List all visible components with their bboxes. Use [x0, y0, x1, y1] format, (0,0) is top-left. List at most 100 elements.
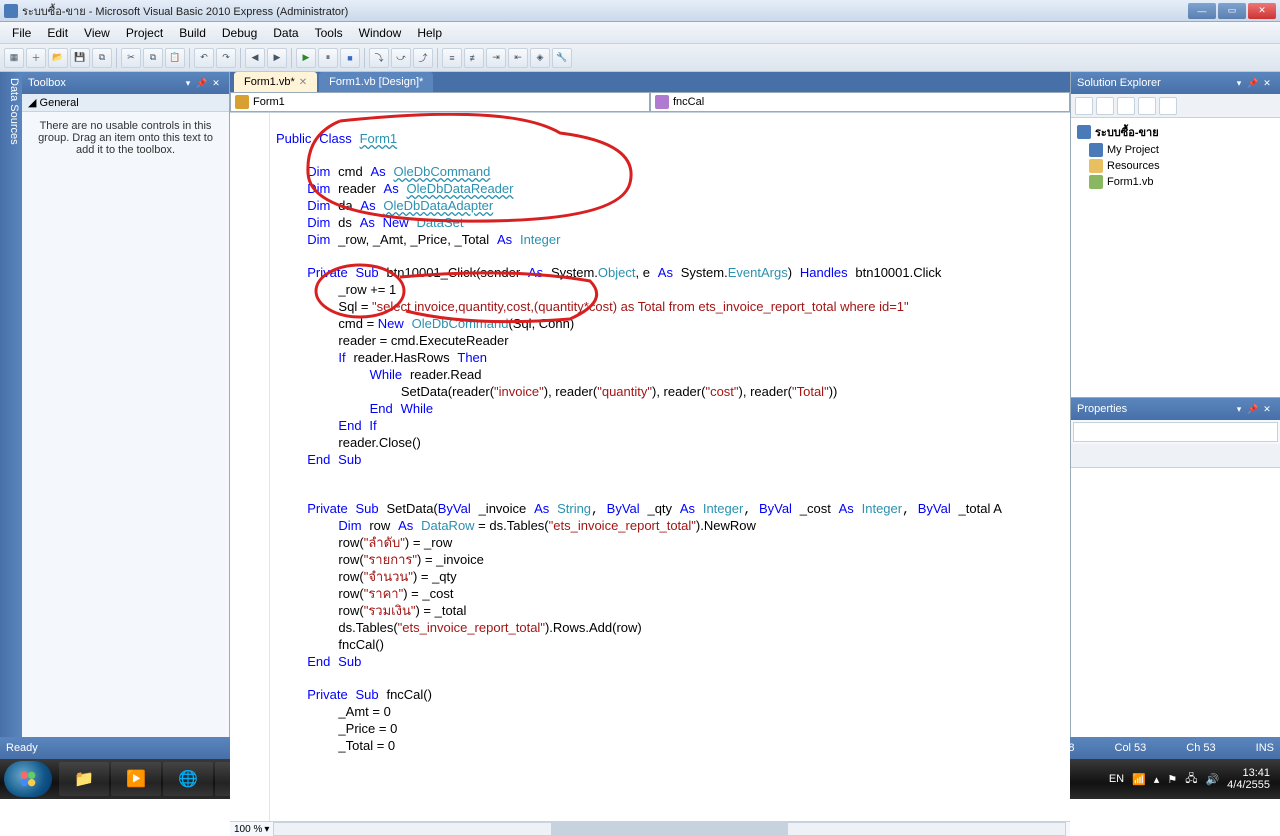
menu-edit[interactable]: Edit [39, 24, 76, 42]
solexp-pin-icon[interactable]: 📌 [1246, 76, 1260, 90]
tree-project-root[interactable]: ระบบซื้อ-ขาย [1075, 122, 1276, 142]
bookmark-button[interactable]: ◈ [530, 48, 550, 68]
maximize-button[interactable]: ▭ [1218, 3, 1246, 19]
step-into-button[interactable]: ⤵ [369, 48, 389, 68]
properties-object-selector[interactable] [1073, 422, 1278, 442]
nav-back-button[interactable]: ◀ [245, 48, 265, 68]
data-sources-tab[interactable]: Data Sources [0, 72, 22, 737]
tray-lang[interactable]: EN [1109, 773, 1124, 785]
menu-view[interactable]: View [76, 24, 118, 42]
scrollbar-thumb[interactable] [551, 823, 788, 835]
tree-my-project[interactable]: My Project [1075, 142, 1276, 158]
uncomment-button[interactable]: ≢ [464, 48, 484, 68]
menu-data[interactable]: Data [265, 24, 306, 42]
solexp-showall-button[interactable] [1096, 97, 1114, 115]
tree-label: ระบบซื้อ-ขาย [1095, 123, 1159, 141]
stop-button[interactable]: ■ [340, 48, 360, 68]
props-close-icon[interactable]: ✕ [1260, 402, 1274, 416]
tab-close-icon[interactable]: ✕ [299, 77, 307, 88]
toolbox-panel: Toolbox ▾ 📌 ✕ ◢ General There are no usa… [22, 72, 230, 737]
indent-button[interactable]: ⇥ [486, 48, 506, 68]
tray-action-center-icon[interactable]: ⚑ [1167, 773, 1177, 786]
open-button[interactable]: 📂 [48, 48, 68, 68]
code-navigation-bar: Form1 fncCal [230, 92, 1070, 113]
copy-button[interactable]: ⧉ [143, 48, 163, 68]
taskbar-mediaplayer[interactable]: ▶️ [111, 762, 161, 796]
comment-button[interactable]: ≡ [442, 48, 462, 68]
tab-form1-design[interactable]: Form1.vb [Design]* [319, 72, 433, 92]
solexp-viewdesigner-button[interactable] [1159, 97, 1177, 115]
taskbar-explorer[interactable]: 📁 [59, 762, 109, 796]
taskbar-chrome[interactable]: 🌐 [163, 762, 213, 796]
menu-bar: File Edit View Project Build Debug Data … [0, 22, 1280, 44]
undo-button[interactable]: ↶ [194, 48, 214, 68]
minimize-button[interactable]: — [1188, 3, 1216, 19]
props-dropdown-icon[interactable]: ▾ [1232, 402, 1246, 416]
tab-label: Form1.vb [Design]* [329, 76, 423, 88]
menu-help[interactable]: Help [409, 24, 450, 42]
tray-network-icon[interactable]: 🖧 [1185, 770, 1197, 789]
step-over-button[interactable]: ⤻ [391, 48, 411, 68]
solexp-properties-button[interactable] [1075, 97, 1093, 115]
code-area[interactable]: Public Class Form1 Dim cmd As OleDbComma… [270, 113, 1070, 821]
solexp-viewcode-button[interactable] [1138, 97, 1156, 115]
toolbox-dropdown-icon[interactable]: ▾ [181, 76, 195, 90]
solexp-refresh-button[interactable] [1117, 97, 1135, 115]
add-item-button[interactable]: ＋ [26, 48, 46, 68]
status-col: Col 53 [1115, 742, 1147, 754]
properties-grid[interactable] [1071, 468, 1280, 737]
start-button[interactable] [4, 761, 52, 797]
toolbox-title: Toolbox [28, 77, 66, 89]
toolbox-button[interactable]: 🔧 [552, 48, 572, 68]
member-selector-text: fncCal [673, 96, 704, 108]
new-project-button[interactable]: ▦ [4, 48, 24, 68]
step-out-button[interactable]: ⤴ [413, 48, 433, 68]
menu-debug[interactable]: Debug [214, 24, 265, 42]
tray-clock[interactable]: 13:41 4/4/2555 [1227, 767, 1270, 791]
menu-file[interactable]: File [4, 24, 39, 42]
redo-button[interactable]: ↷ [216, 48, 236, 68]
menu-project[interactable]: Project [118, 24, 171, 42]
tree-resources[interactable]: Resources [1075, 158, 1276, 174]
menu-build[interactable]: Build [171, 24, 214, 42]
zoom-dropdown-icon[interactable]: ▾ [264, 824, 269, 835]
folder-icon [1089, 159, 1103, 173]
nav-fwd-button[interactable]: ▶ [267, 48, 287, 68]
tab-form1-vb[interactable]: Form1.vb* ✕ [234, 72, 317, 92]
save-all-button[interactable]: ⧉ [92, 48, 112, 68]
project-icon [1077, 125, 1091, 139]
tray-volume-icon[interactable]: 🔊 [1205, 773, 1219, 786]
props-pin-icon[interactable]: 📌 [1246, 402, 1260, 416]
save-button[interactable]: 💾 [70, 48, 90, 68]
close-button[interactable]: ✕ [1248, 3, 1276, 19]
class-icon [235, 95, 249, 109]
status-ready: Ready [6, 742, 38, 754]
break-button[interactable]: ⏸ [318, 48, 338, 68]
solexp-dropdown-icon[interactable]: ▾ [1232, 76, 1246, 90]
toolbox-pin-icon[interactable]: 📌 [195, 76, 209, 90]
start-debug-button[interactable]: ▶ [296, 48, 316, 68]
menu-tools[interactable]: Tools [307, 24, 351, 42]
solution-tree[interactable]: ระบบซื้อ-ขาย My Project Resources Form1.… [1071, 118, 1280, 194]
toolbox-general-group[interactable]: ◢ General [22, 94, 229, 112]
code-editor[interactable]: Public Class Form1 Dim cmd As OleDbComma… [230, 113, 1070, 821]
toolbox-empty-text: There are no usable controls in this gro… [22, 112, 229, 737]
zoom-level[interactable]: 100 % [234, 824, 262, 835]
app-icon [4, 4, 18, 18]
tray-flag-icon[interactable]: 📶 [1132, 773, 1146, 786]
toolbox-close-icon[interactable]: ✕ [209, 76, 223, 90]
class-selector[interactable]: Form1 [230, 92, 650, 112]
system-tray[interactable]: EN 📶 ▴ ⚑ 🖧 🔊 13:41 4/4/2555 [1103, 767, 1276, 791]
solexp-close-icon[interactable]: ✕ [1260, 76, 1274, 90]
cut-button[interactable]: ✂ [121, 48, 141, 68]
tree-form1-vb[interactable]: Form1.vb [1075, 174, 1276, 190]
solexp-toolbar [1071, 94, 1280, 118]
menu-window[interactable]: Window [351, 24, 410, 42]
tray-chevron-icon[interactable]: ▴ [1154, 773, 1160, 786]
status-ch: Ch 53 [1186, 742, 1215, 754]
paste-button[interactable]: 📋 [165, 48, 185, 68]
document-tabstrip: Form1.vb* ✕ Form1.vb [Design]* [230, 72, 1070, 92]
horizontal-scrollbar[interactable] [273, 822, 1066, 836]
member-selector[interactable]: fncCal [650, 92, 1070, 112]
outdent-button[interactable]: ⇤ [508, 48, 528, 68]
